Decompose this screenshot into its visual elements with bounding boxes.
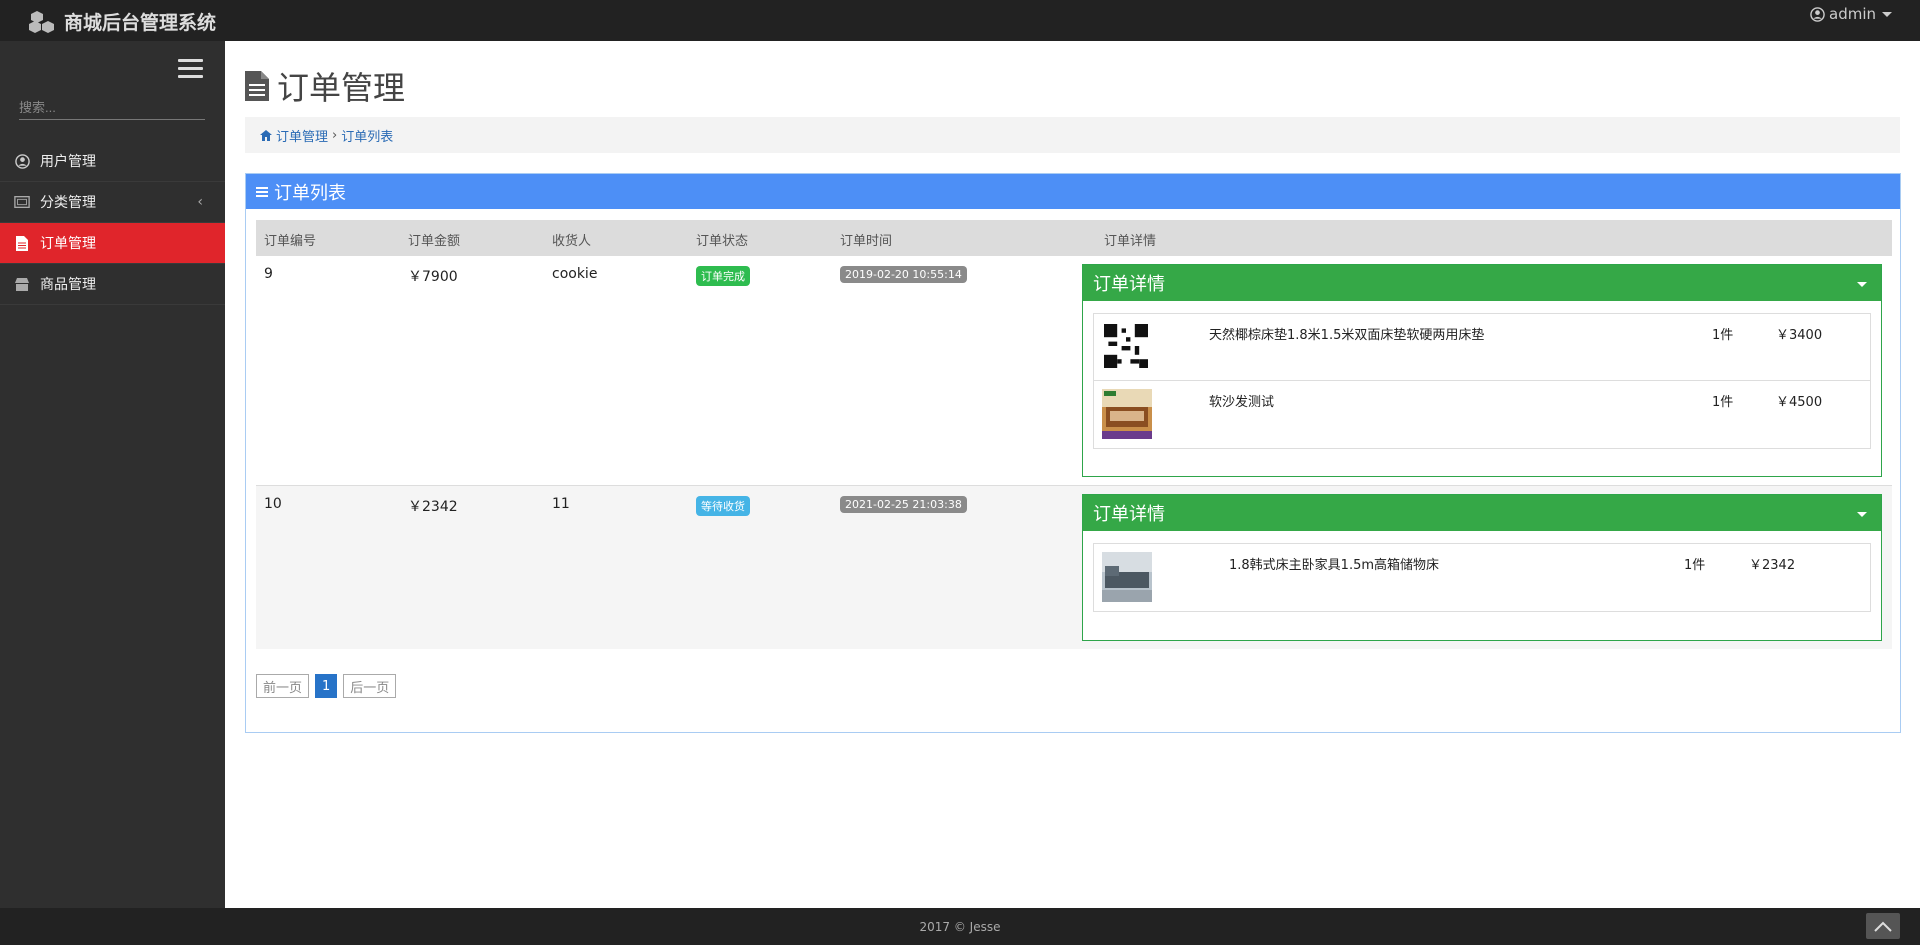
sidebar: 用户管理 分类管理 ‹ 订单管理 商品管理: [0, 41, 225, 908]
sidebar-item-orders[interactable]: 订单管理: [0, 223, 225, 264]
table-header: 订单编号 订单金额 收货人 订单状态 订单时间 订单详情: [256, 220, 1892, 256]
panel-title: 订单列表: [274, 182, 346, 204]
order-list-panel: 订单列表 订单编号 订单金额 收货人 订单状态 订单时间 订单详情 9 ￥790…: [245, 173, 1901, 733]
sidebar-nav: 用户管理 分类管理 ‹ 订单管理 商品管理: [0, 141, 225, 305]
sidebar-item-label: 分类管理: [40, 195, 96, 211]
order-amount: ￥7900: [408, 269, 458, 285]
breadcrumb-separator: ›: [332, 127, 338, 143]
breadcrumb-current[interactable]: 订单列表: [341, 126, 393, 145]
username: admin: [1829, 5, 1876, 23]
top-navbar: 商城后台管理系统 admin: [0, 0, 1920, 41]
sidebar-item-users[interactable]: 用户管理: [0, 141, 225, 182]
order-items-list: 天然椰棕床垫1.8米1.5米双面床垫软硬两用床垫 1件 ￥3400 软沙发测试 …: [1093, 313, 1871, 449]
item-name: 软沙发测试: [1209, 395, 1275, 410]
back-to-top-button[interactable]: [1866, 913, 1900, 939]
footer: 2017 © Jesse: [0, 908, 1920, 945]
shop-icon: [14, 276, 30, 292]
item-qty: 1件: [1712, 328, 1734, 343]
item-price: ￥3400: [1776, 328, 1823, 343]
order-id: 9: [264, 266, 273, 282]
cubes-logo-icon: [29, 11, 54, 33]
item-qty: 1件: [1684, 558, 1706, 573]
sidebar-item-label: 订单管理: [40, 236, 96, 252]
main-content: 订单管理 订单管理 › 订单列表 订单列表 订单编号 订单金额 收货人 订单状态…: [225, 41, 1920, 908]
item-name: 天然椰棕床垫1.8米1.5米双面床垫软硬两用床垫: [1209, 328, 1485, 343]
item-qty: 1件: [1712, 395, 1734, 410]
sidebar-item-label: 商品管理: [40, 277, 96, 293]
order-receiver: 11: [552, 496, 570, 512]
pagination: 前一页 1 后一页: [256, 674, 397, 698]
table-row: 9 ￥7900 cookie 订单完成 2019-02-20 10:55:14 …: [256, 256, 1892, 486]
column-header: 订单编号: [264, 234, 317, 249]
order-detail-panel: 订单详情 天然椰棕床垫1.8米1.5米双面床垫软硬两用床垫 1件 ￥3400 软…: [1082, 264, 1882, 477]
order-receiver: cookie: [552, 266, 598, 282]
file-icon: [14, 235, 30, 251]
breadcrumb: 订单管理 › 订单列表: [245, 117, 1900, 153]
list-icon: [256, 185, 268, 199]
order-time-badge: 2021-02-25 21:03:38: [840, 496, 967, 513]
order-id: 10: [264, 496, 282, 512]
user-circle-icon: [14, 153, 30, 169]
brand[interactable]: 商城后台管理系统: [28, 7, 216, 35]
breadcrumb-home-link[interactable]: 订单管理: [276, 126, 328, 145]
page-title-text: 订单管理: [277, 69, 406, 107]
orders-table: 订单编号 订单金额 收货人 订单状态 订单时间 订单详情 9 ￥7900 coo…: [256, 220, 1892, 649]
order-detail-panel: 订单详情 1.8韩式床主卧家具1.5m高箱储物床 1件 ￥2342: [1082, 494, 1882, 641]
user-menu[interactable]: admin: [1810, 5, 1892, 23]
prev-page-button[interactable]: 前一页: [256, 674, 310, 698]
bed-photo-thumbnail: [1102, 389, 1152, 439]
order-detail-title: 订单详情: [1093, 504, 1165, 525]
caret-down-icon[interactable]: [1857, 512, 1867, 517]
sidebar-item-label: 用户管理: [40, 154, 96, 170]
item-price: ￥4500: [1776, 395, 1823, 410]
column-header: 订单状态: [696, 234, 749, 249]
next-page-button[interactable]: 后一页: [343, 674, 397, 698]
file-icon: [245, 71, 269, 101]
app-title: 商城后台管理系统: [64, 11, 217, 34]
list-item: 天然椰棕床垫1.8米1.5米双面床垫软硬两用床垫 1件 ￥3400: [1094, 314, 1870, 381]
item-name: 1.8韩式床主卧家具1.5m高箱储物床: [1229, 558, 1440, 573]
sidebar-item-products[interactable]: 商品管理: [0, 264, 225, 305]
order-items-list: 1.8韩式床主卧家具1.5m高箱储物床 1件 ￥2342: [1093, 543, 1871, 612]
page-1-button[interactable]: 1: [315, 674, 338, 698]
user-circle-icon: [1810, 6, 1825, 22]
page-title: 订单管理: [245, 63, 405, 109]
table-row: 10 ￥2342 11 等待收货 2021-02-25 21:03:38 订单详…: [256, 486, 1892, 649]
order-time-badge: 2019-02-20 10:55:14: [840, 266, 967, 283]
order-amount: ￥2342: [408, 499, 458, 515]
qr-code-thumbnail: [1104, 324, 1148, 368]
home-icon: [260, 129, 272, 141]
column-header: 订单时间: [840, 234, 893, 249]
chevron-left-icon: ‹: [197, 194, 203, 210]
sofa-photo-thumbnail: [1102, 552, 1152, 602]
list-item: 软沙发测试 1件 ￥4500: [1094, 381, 1870, 448]
footer-text: 2017 © Jesse: [919, 919, 1001, 934]
category-icon: [14, 194, 30, 210]
caret-down-icon: [1882, 11, 1892, 17]
order-detail-header[interactable]: 订单详情: [1083, 265, 1881, 301]
column-header: 收货人: [552, 234, 592, 249]
column-header: 订单金额: [408, 234, 461, 249]
list-item: 1.8韩式床主卧家具1.5m高箱储物床 1件 ￥2342: [1094, 544, 1870, 611]
menu-toggle-icon[interactable]: [178, 59, 203, 79]
item-price: ￥2342: [1749, 558, 1796, 573]
caret-down-icon[interactable]: [1857, 282, 1867, 287]
sidebar-item-categories[interactable]: 分类管理 ‹: [0, 182, 225, 223]
status-badge: 等待收货: [696, 496, 750, 516]
arrow-up-icon: [1874, 921, 1892, 932]
status-badge: 订单完成: [696, 266, 750, 286]
order-detail-title: 订单详情: [1093, 274, 1165, 295]
panel-header: 订单列表: [246, 174, 1900, 209]
column-header: 订单详情: [1104, 234, 1157, 249]
order-detail-header[interactable]: 订单详情: [1083, 495, 1881, 531]
sidebar-search-input[interactable]: [19, 96, 205, 120]
